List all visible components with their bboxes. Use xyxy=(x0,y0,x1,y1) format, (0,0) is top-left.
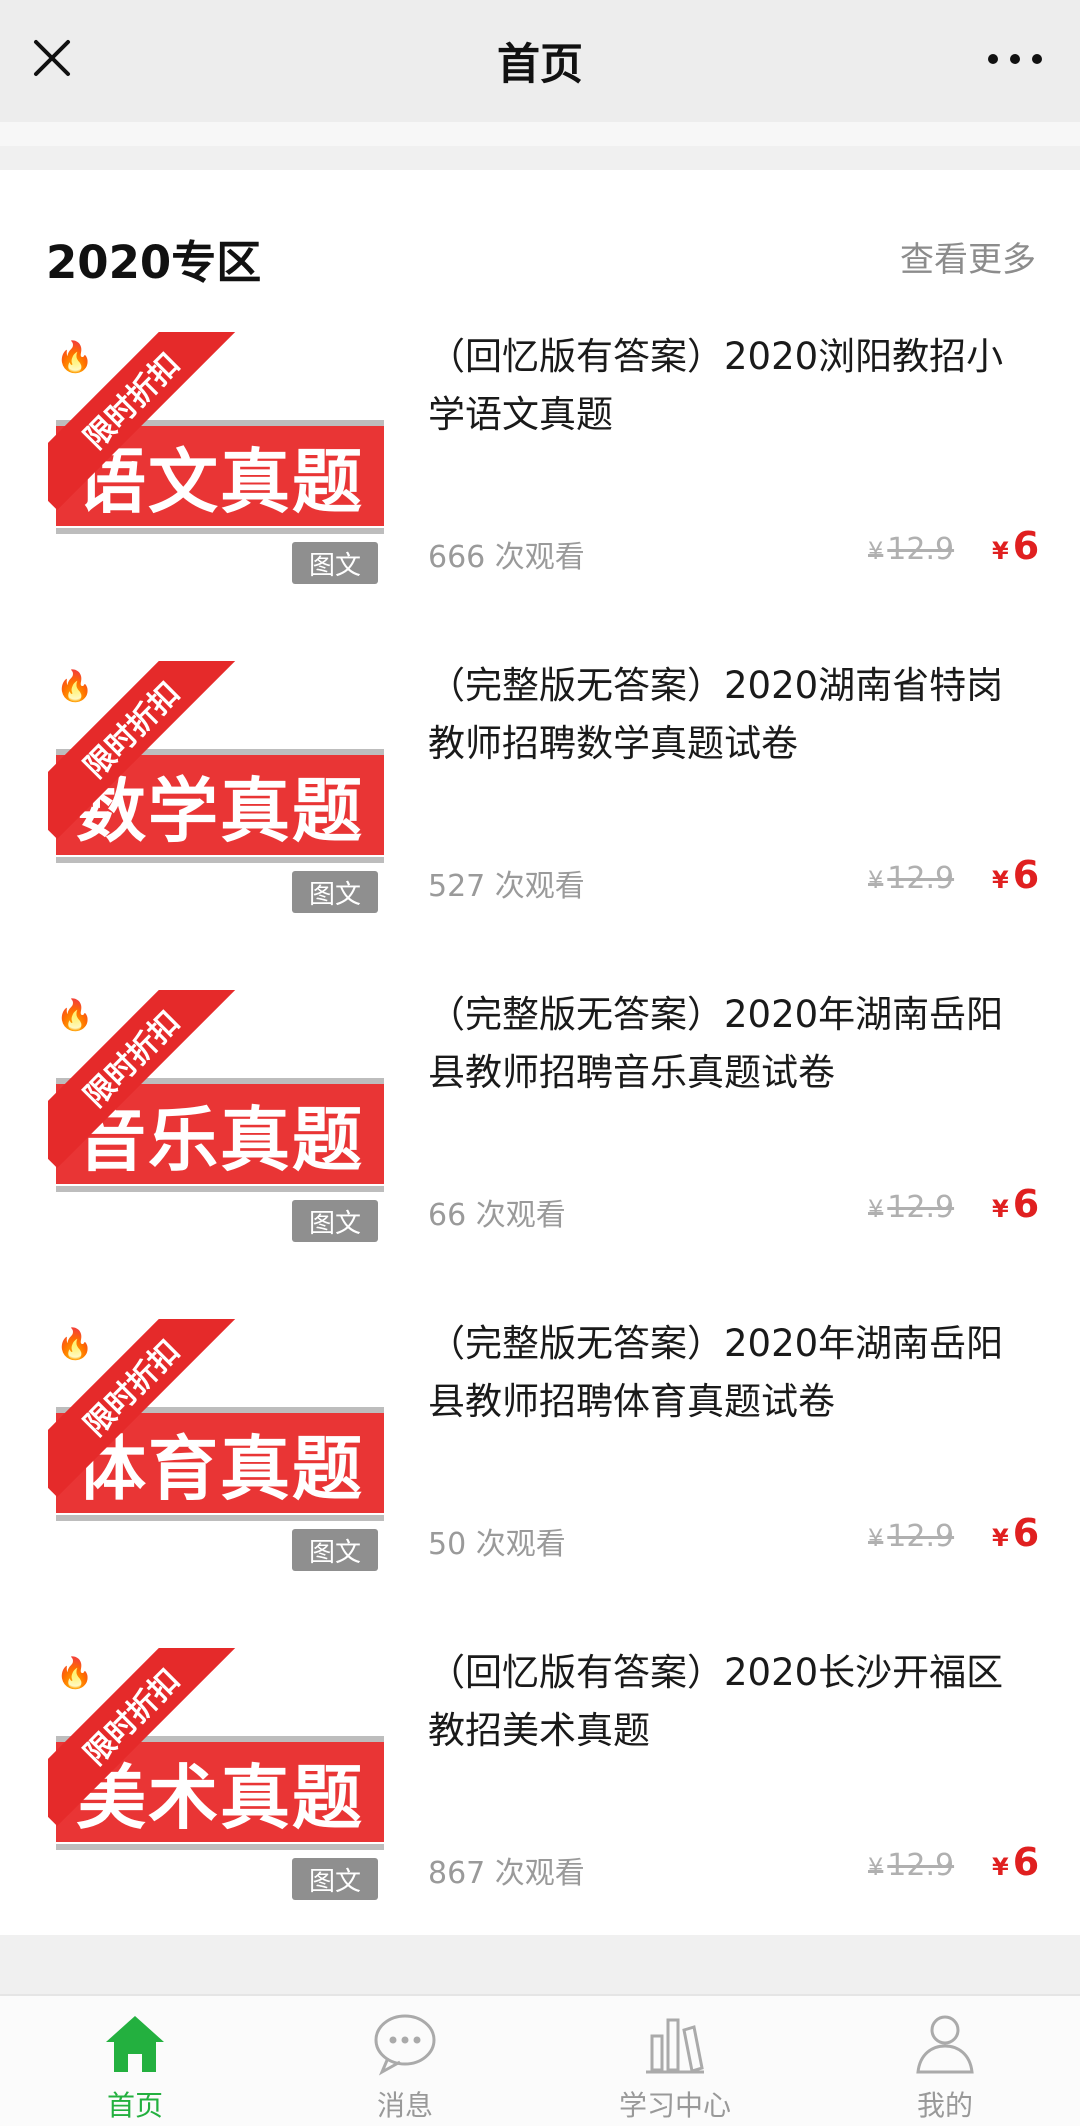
cover-underline xyxy=(56,1844,384,1850)
cover-underline xyxy=(56,528,384,534)
cover-underline xyxy=(56,1186,384,1192)
tab-label: 消息 xyxy=(376,2089,433,2122)
view-count: 527 次观看 xyxy=(428,869,585,904)
bottom-tab-bar: 首页 消息 学习中心 我的 xyxy=(0,1994,1080,2126)
flame-icon: 🔥 xyxy=(56,998,94,1033)
chat-icon xyxy=(374,2014,436,2076)
sale-price: ¥6 xyxy=(992,1182,1040,1226)
content-type-badge: 图文 xyxy=(292,1858,378,1900)
cover-underline xyxy=(56,857,384,863)
list-item[interactable]: 语文真题 限时折扣 🔥 图文 （回忆版有答案）2020浏阳教招小学语文真题 66… xyxy=(0,320,1080,649)
more-options-icon[interactable] xyxy=(980,34,1050,84)
flame-icon: 🔥 xyxy=(56,1327,94,1362)
flame-icon: 🔥 xyxy=(56,669,94,704)
divider xyxy=(0,122,1080,146)
cover-underline xyxy=(56,1515,384,1521)
close-icon[interactable] xyxy=(24,30,80,86)
original-price: ¥12.9 xyxy=(868,1519,955,1554)
tab-learning-center[interactable]: 学习中心 xyxy=(540,1996,810,2126)
list-item[interactable]: 数学真题 限时折扣 🔥 图文 （完整版无答案）2020湖南省特岗教师招聘数学真题… xyxy=(0,649,1080,978)
user-icon xyxy=(916,2015,974,2074)
books-icon xyxy=(646,2018,704,2074)
view-count: 867 次观看 xyxy=(428,1856,585,1891)
tab-label: 学习中心 xyxy=(618,2089,731,2122)
list-item[interactable]: 体育真题 限时折扣 🔥 图文 （完整版无答案）2020年湖南岳阳县教师招聘体育真… xyxy=(0,1307,1080,1636)
tab-label: 首页 xyxy=(106,2089,163,2122)
tab-home[interactable]: 首页 xyxy=(0,1996,270,2126)
item-title: （完整版无答案）2020年湖南岳阳县教师招聘体育真题试卷 xyxy=(428,1322,1004,1423)
list-item[interactable]: 音乐真题 限时折扣 🔥 图文 （完整版无答案）2020年湖南岳阳县教师招聘音乐真… xyxy=(0,978,1080,1307)
content-type-badge: 图文 xyxy=(292,1529,378,1571)
sale-price: ¥6 xyxy=(992,1840,1040,1884)
list-item[interactable]: 美术真题 限时折扣 🔥 图文 （回忆版有答案）2020长沙开福区教招美术真题 8… xyxy=(0,1636,1080,1965)
top-nav-bar: 首页 xyxy=(0,0,1080,122)
item-title: （完整版无答案）2020湖南省特岗教师招聘数学真题试卷 xyxy=(428,664,1004,765)
cover-image: 美术真题 限时折扣 🔥 图文 xyxy=(48,1648,388,1903)
cover-image: 数学真题 限时折扣 🔥 图文 xyxy=(48,661,388,916)
view-count: 50 次观看 xyxy=(428,1527,566,1562)
sale-price: ¥6 xyxy=(992,524,1040,568)
tab-label: 我的 xyxy=(916,2089,973,2122)
flame-icon: 🔥 xyxy=(56,1656,94,1691)
section-title: 2020专区 xyxy=(46,236,262,289)
page-title: 首页 xyxy=(497,40,583,90)
item-title: （回忆版有答案）2020浏阳教招小学语文真题 xyxy=(428,335,1004,436)
content-type-badge: 图文 xyxy=(292,1200,378,1242)
flame-icon: 🔥 xyxy=(56,340,94,375)
original-price: ¥12.9 xyxy=(868,532,955,567)
view-count: 66 次观看 xyxy=(428,1198,566,1233)
cover-image: 语文真题 限时折扣 🔥 图文 xyxy=(48,332,388,587)
content-card: 2020专区 查看更多 语文真题 限时折扣 🔥 图文 （回忆版有答案）2020浏… xyxy=(0,170,1080,1935)
cover-image: 体育真题 限时折扣 🔥 图文 xyxy=(48,1319,388,1574)
cover-image: 音乐真题 限时折扣 🔥 图文 xyxy=(48,990,388,1245)
view-count: 666 次观看 xyxy=(428,540,585,575)
sale-price: ¥6 xyxy=(992,853,1040,897)
item-title: （回忆版有答案）2020长沙开福区教招美术真题 xyxy=(428,1651,1004,1752)
tab-messages[interactable]: 消息 xyxy=(270,1996,540,2126)
original-price: ¥12.9 xyxy=(868,1190,955,1225)
home-icon xyxy=(106,2016,164,2072)
tab-profile[interactable]: 我的 xyxy=(810,1996,1080,2126)
content-type-badge: 图文 xyxy=(292,542,378,584)
item-title: （完整版无答案）2020年湖南岳阳县教师招聘音乐真题试卷 xyxy=(428,993,1004,1094)
sale-price: ¥6 xyxy=(992,1511,1040,1555)
section-header: 2020专区 查看更多 xyxy=(0,170,1080,300)
view-more-link[interactable]: 查看更多 xyxy=(900,232,1036,281)
content-type-badge: 图文 xyxy=(292,871,378,913)
original-price: ¥12.9 xyxy=(868,1848,955,1883)
original-price: ¥12.9 xyxy=(868,861,955,896)
